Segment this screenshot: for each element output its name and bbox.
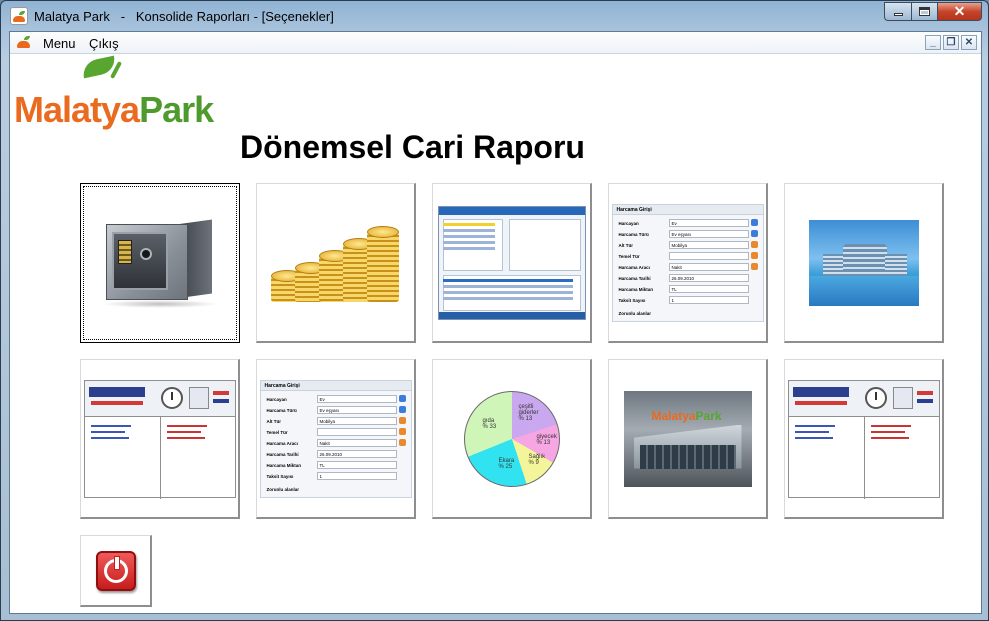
pie-label-cesitli: çeşitli giderler% 13	[518, 403, 539, 422]
report-thumbnail-2	[787, 379, 940, 499]
pie-label-saglik: Sağlık% 9	[528, 453, 546, 466]
tile-application-screenshot[interactable]	[432, 183, 592, 343]
expense-form-thumbnail-2: Harcama Girişi Harcayan Ev Harcama Türü Ev…	[259, 379, 412, 498]
gold-coins-icon	[270, 218, 401, 308]
tile-expense-entry-2[interactable]: Harcama Girişi Harcayan Ev Harcama Türü Ev…	[256, 359, 416, 519]
title-bar[interactable]: Malatya Park - Konsolide Raporları - [Se…	[1, 1, 988, 31]
logo-text: MalatyaPark	[14, 89, 214, 130]
app-window: Malatya Park - Konsolide Raporları - [Se…	[0, 0, 989, 621]
tile-report-overview[interactable]	[80, 359, 240, 519]
tile-safe-report[interactable]	[80, 183, 240, 343]
tile-expense-entry[interactable]: Harcama Girişi Harcayan Ev Harcama Türü Ev…	[608, 183, 768, 343]
menu-item-cikis[interactable]: Çıkış	[89, 36, 119, 51]
child-window-icon[interactable]	[16, 35, 34, 50]
mdi-minimize-button[interactable]: _	[925, 35, 941, 50]
safe-icon	[102, 218, 218, 308]
mdi-close-button[interactable]: ✕	[961, 35, 977, 50]
tile-hotel[interactable]	[784, 183, 944, 343]
malatya-park-logo: MalatyaPark	[14, 55, 214, 135]
page-title: Dönemsel Cari Raporu	[240, 129, 585, 165]
mdi-controls: _ ❐ ✕	[925, 35, 977, 50]
app-logo-icon	[10, 7, 28, 25]
window-maximize-button[interactable]	[911, 2, 937, 21]
tile-report-overview-2[interactable]	[784, 359, 944, 519]
exit-tile-button[interactable]	[80, 535, 152, 607]
minimize-icon	[893, 13, 903, 16]
window-title: Malatya Park - Konsolide Raporları - [Se…	[34, 9, 334, 24]
mdi-restore-button[interactable]: ❐	[943, 35, 959, 50]
maximize-icon	[919, 7, 930, 16]
tile-malatya-park[interactable]: MalatyaPark	[608, 359, 768, 519]
window-minimize-button[interactable]	[884, 2, 911, 21]
report-thumbnail	[83, 379, 236, 499]
menu-bar: Menu Çıkış _ ❐ ✕	[10, 32, 981, 54]
hotel-building-image	[808, 219, 919, 306]
options-panel: MalatyaPark Dönemsel Cari Raporu Harcama…	[10, 55, 981, 613]
pie-chart-icon: gıda% 33 çeşitli giderler% 13 giyecek% 1…	[463, 390, 560, 487]
expense-form-thumbnail: Harcama Girişi Harcayan Ev Harcama Türü Ev…	[611, 203, 764, 322]
power-icon	[95, 550, 136, 591]
tile-coins-report[interactable]	[256, 183, 416, 343]
pie-label-ekara: Ekara% 25	[498, 457, 515, 470]
tile-pie-chart[interactable]: gıda% 33 çeşitli giderler% 13 giyecek% 1…	[432, 359, 592, 519]
application-screenshot-icon	[437, 205, 586, 320]
window-controls: ✕	[884, 2, 982, 21]
pie-label-giyecek: giyecek% 13	[536, 433, 557, 446]
mdi-child-window: Menu Çıkış _ ❐ ✕ MalatyaPark Dönemsel Ca…	[9, 31, 982, 614]
window-close-button[interactable]: ✕	[937, 2, 982, 21]
pie-label-gida: gıda% 33	[482, 417, 497, 430]
malatya-park-building-image: MalatyaPark	[623, 390, 752, 487]
menu-item-menu[interactable]: Menu	[43, 36, 76, 51]
close-icon: ✕	[953, 3, 966, 19]
